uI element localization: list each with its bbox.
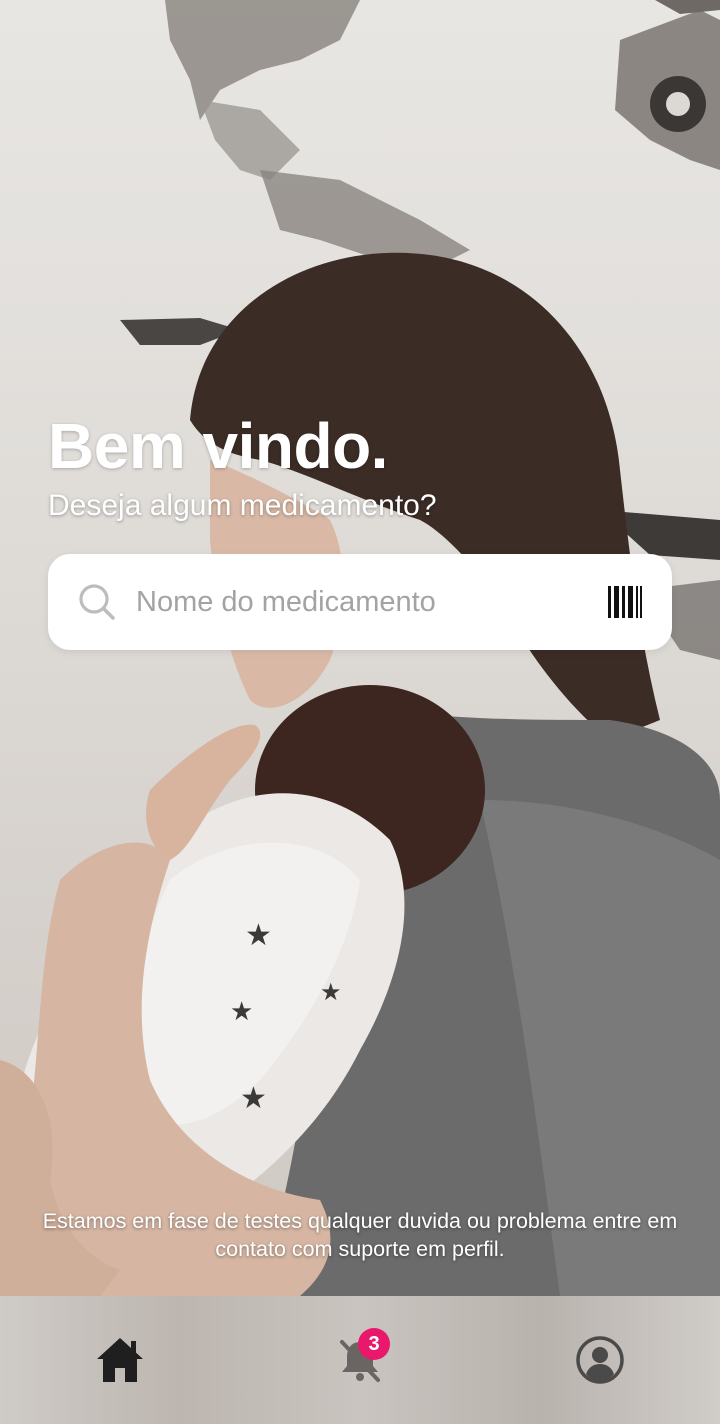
svg-text:★: ★ <box>320 978 342 1006</box>
page-subtitle: Deseja algum medicamento? <box>48 489 437 522</box>
testing-notice: Estamos em fase de testes qualquer duvid… <box>42 1209 678 1261</box>
nav-profile[interactable] <box>560 1320 640 1400</box>
welcome-section: Bem vindo. Deseja algum medicamento? <box>48 408 437 524</box>
search-input[interactable] <box>136 572 608 632</box>
svg-text:★: ★ <box>245 918 272 953</box>
page-title: Bem vindo. <box>48 410 388 482</box>
nav-notifications[interactable]: 3 <box>320 1320 400 1400</box>
notification-badge: 3 <box>358 1328 390 1360</box>
nav-home[interactable] <box>80 1320 160 1400</box>
search-icon <box>79 584 115 620</box>
user-circle-icon <box>576 1336 624 1384</box>
search-bar[interactable] <box>48 554 672 650</box>
bottom-navigation: 3 <box>0 1296 720 1424</box>
barcode-icon[interactable] <box>608 584 642 620</box>
home-icon <box>97 1338 143 1382</box>
svg-text:★: ★ <box>230 997 253 1027</box>
svg-text:★: ★ <box>240 1081 267 1116</box>
